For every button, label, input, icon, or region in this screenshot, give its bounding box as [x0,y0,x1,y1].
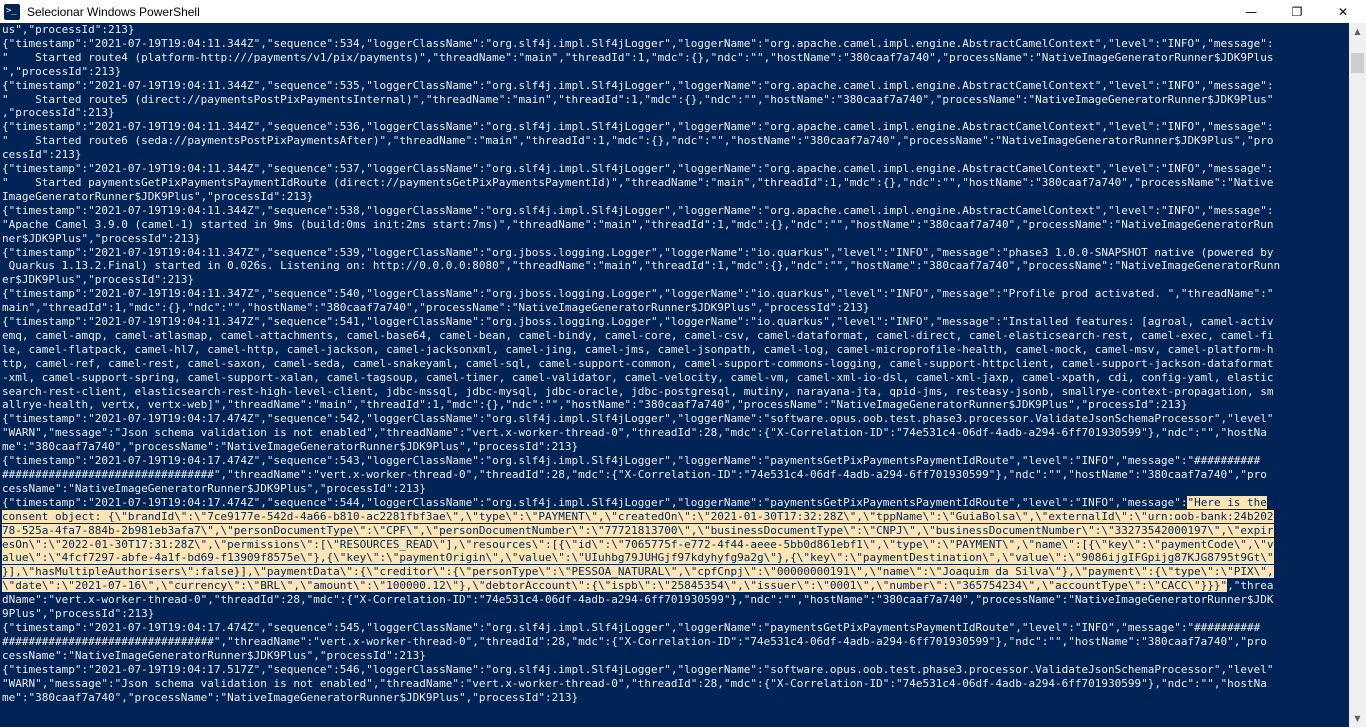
selected-text[interactable]: "Here is the consent object: {\"brandId\… [2,495,1274,593]
console-output[interactable]: us","processId":213} {"timestamp":"2021-… [0,23,1349,727]
title-bar[interactable]: Selecionar Windows PowerShell — ❐ ✕ [0,0,1366,23]
close-button[interactable]: ✕ [1320,0,1366,23]
scroll-down-arrow-icon[interactable]: ▼ [1349,710,1366,727]
minimize-button[interactable]: — [1228,0,1274,23]
console-text-after-selection: ,"threa dName":"vert.x-worker-thread-0",… [2,579,1274,704]
window-title: Selecionar Windows PowerShell [27,4,200,19]
vertical-scrollbar[interactable]: ▲ ▼ [1349,23,1366,727]
caption-buttons: — ❐ ✕ [1228,0,1366,23]
scrollbar-thumb[interactable] [1351,53,1364,73]
console-text-before-selection: us","processId":213} {"timestamp":"2021-… [2,23,1281,509]
console-text: us","processId":213} {"timestamp":"2021-… [0,23,1349,704]
scroll-up-arrow-icon[interactable]: ▲ [1349,23,1366,40]
powershell-icon [4,3,20,20]
maximize-button[interactable]: ❐ [1274,0,1320,23]
